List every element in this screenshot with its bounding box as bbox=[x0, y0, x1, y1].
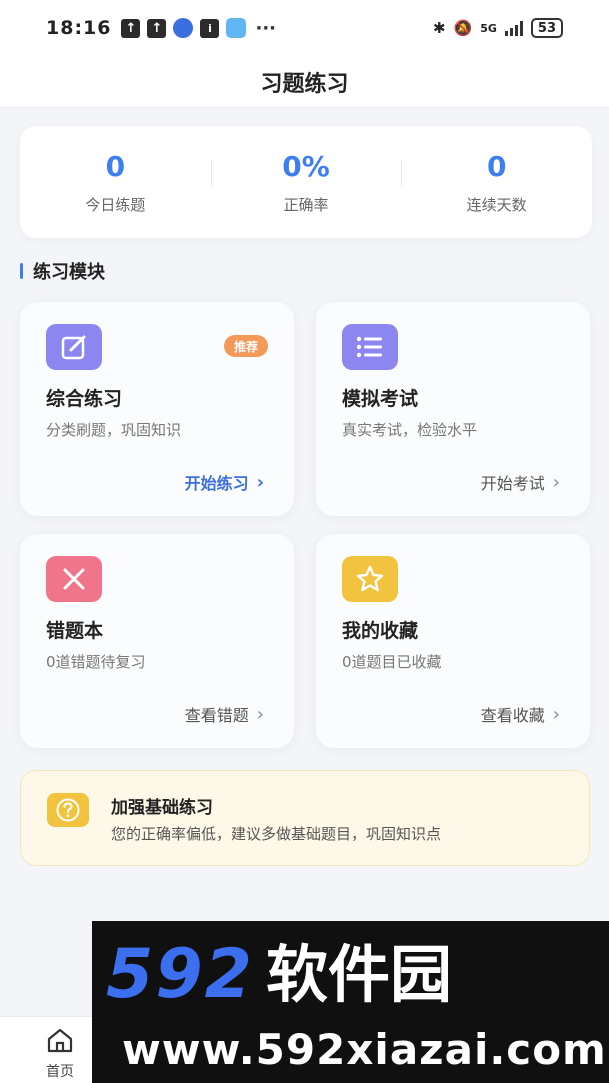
stat-streak: 0 连续天数 bbox=[401, 150, 592, 215]
watermark-logo: 592 软件园 bbox=[106, 935, 452, 1015]
module-desc: 分类刷题，巩固知识 bbox=[46, 421, 182, 439]
edit-icon bbox=[46, 324, 102, 370]
module-desc: 真实考试，检验水平 bbox=[342, 421, 478, 439]
upload-icon: ↑ bbox=[121, 18, 141, 38]
stat-label: 正确率 bbox=[283, 195, 329, 214]
module-card-exam[interactable]: 模拟考试 真实考试，检验水平 开始考试 › bbox=[316, 302, 590, 516]
star-icon bbox=[342, 556, 398, 602]
network-type: 5G bbox=[480, 21, 497, 35]
nav-home-label: 首页 bbox=[46, 1064, 74, 1080]
stat-label: 连续天数 bbox=[466, 195, 527, 214]
action-label: 开始考试 bbox=[480, 474, 545, 493]
module-card-practice[interactable]: 推荐 综合练习 分类刷题，巩固知识 开始练习 › bbox=[20, 302, 294, 516]
stat-value: 0 bbox=[486, 149, 507, 183]
stat-label: 今日练题 bbox=[85, 195, 146, 214]
start-exam-button[interactable]: 开始考试 › bbox=[481, 470, 560, 494]
stats-card: 0 今日练题 0% 正确率 0 连续天数 bbox=[20, 126, 592, 238]
module-desc: 0道题目已收藏 bbox=[342, 653, 442, 671]
chevron-right-icon: › bbox=[552, 471, 560, 493]
watermark-brand: 软件园 bbox=[265, 938, 452, 1011]
action-label: 查看错题 bbox=[184, 706, 249, 725]
status-bar: 18:16 ↑ ↑ i ··· ✱ 🔕 5G 53 bbox=[0, 0, 609, 56]
start-practice-button[interactable]: 开始练习 › bbox=[185, 470, 264, 494]
module-name: 综合练习 bbox=[46, 388, 123, 410]
tip-text: 您的正确率偏低，建议多做基础题目，巩固知识点 bbox=[111, 825, 442, 843]
more-icon: ··· bbox=[255, 17, 276, 39]
action-label: 开始练习 bbox=[184, 474, 249, 493]
tip-card[interactable]: 加强基础练习 您的正确率偏低，建议多做基础题目，巩固知识点 bbox=[20, 770, 590, 866]
signal-icon bbox=[504, 20, 523, 36]
action-label: 查看收藏 bbox=[480, 706, 545, 725]
stat-accuracy: 0% 正确率 bbox=[210, 149, 402, 215]
close-icon bbox=[46, 556, 102, 602]
recommend-badge: 推荐 bbox=[223, 335, 268, 357]
module-desc: 0道错题待复习 bbox=[46, 653, 146, 671]
app-icon bbox=[173, 18, 194, 38]
module-name: 错题本 bbox=[46, 620, 104, 642]
page-header: 习题练习 bbox=[0, 56, 609, 108]
stat-today: 0 今日练题 bbox=[20, 150, 211, 215]
stat-value: 0% bbox=[282, 149, 330, 183]
page-title: 习题练习 bbox=[260, 71, 349, 97]
list-icon bbox=[342, 324, 398, 370]
section-accent-bar bbox=[20, 263, 23, 279]
nav-home[interactable]: 首页 bbox=[30, 1027, 90, 1081]
section-title: 练习模块 bbox=[20, 259, 105, 283]
notification-icons: ↑ ↑ i ··· bbox=[121, 18, 276, 39]
mute-icon: 🔕 bbox=[453, 19, 473, 37]
watermark-url: www.592xiazai.com bbox=[122, 1025, 607, 1074]
app-icon bbox=[226, 18, 247, 38]
module-name: 模拟考试 bbox=[342, 388, 419, 410]
bluetooth-icon: ✱ bbox=[432, 19, 446, 37]
chevron-right-icon: › bbox=[256, 703, 264, 725]
app-icon: i bbox=[200, 18, 220, 38]
watermark-digits: 592 bbox=[106, 935, 254, 1014]
module-card-favorites[interactable]: 我的收藏 0道题目已收藏 查看收藏 › bbox=[316, 534, 590, 748]
upload-icon: ↑ bbox=[147, 18, 167, 38]
module-card-mistakes[interactable]: 错题本 0道错题待复习 查看错题 › bbox=[20, 534, 294, 748]
view-favorites-button[interactable]: 查看收藏 › bbox=[481, 702, 560, 726]
battery-icon: 53 bbox=[530, 18, 563, 38]
status-time: 18:16 bbox=[46, 17, 112, 39]
tip-title: 加强基础练习 bbox=[111, 798, 213, 818]
chevron-right-icon: › bbox=[256, 471, 264, 493]
watermark-overlay: 592 软件园 www.592xiazai.com bbox=[92, 921, 609, 1083]
home-icon bbox=[47, 1028, 73, 1053]
chevron-right-icon: › bbox=[552, 703, 560, 725]
section-title-text: 练习模块 bbox=[33, 262, 105, 283]
view-mistakes-button[interactable]: 查看错题 › bbox=[185, 702, 264, 726]
system-icons: ✱ 🔕 5G 53 bbox=[433, 18, 563, 38]
stat-value: 0 bbox=[105, 149, 126, 183]
question-icon bbox=[47, 793, 89, 827]
module-name: 我的收藏 bbox=[342, 620, 419, 642]
